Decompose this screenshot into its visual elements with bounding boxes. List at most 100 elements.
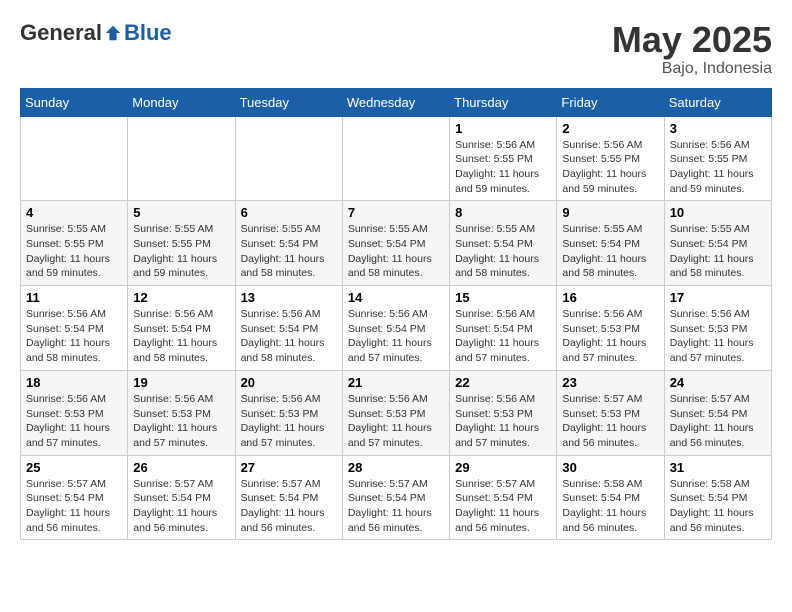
day-number: 21 bbox=[348, 375, 444, 390]
calendar-cell: 5Sunrise: 5:55 AM Sunset: 5:55 PM Daylig… bbox=[128, 201, 235, 286]
day-detail: Sunrise: 5:57 AM Sunset: 5:54 PM Dayligh… bbox=[348, 477, 444, 536]
day-detail: Sunrise: 5:55 AM Sunset: 5:54 PM Dayligh… bbox=[562, 222, 658, 281]
day-detail: Sunrise: 5:56 AM Sunset: 5:54 PM Dayligh… bbox=[455, 307, 551, 366]
day-detail: Sunrise: 5:58 AM Sunset: 5:54 PM Dayligh… bbox=[670, 477, 766, 536]
calendar-week-row: 18 Sunrise: 5:56 AM Sunset: 5:53 PM Dayli… bbox=[21, 370, 772, 455]
calendar-cell: 26 Sunrise: 5:57 AM Sunset: 5:54 PM Dayli… bbox=[128, 455, 235, 540]
day-number: 16 bbox=[562, 290, 658, 305]
calendar-cell: 20 Sunrise: 5:56 AM Sunset: 5:53 PM Dayli… bbox=[235, 370, 342, 455]
day-number: 14 bbox=[348, 290, 444, 305]
calendar-cell: 22 Sunrise: 5:56 AM Sunset: 5:53 PM Dayli… bbox=[450, 370, 557, 455]
day-number: 11 bbox=[26, 290, 122, 305]
weekday-header: Sunday bbox=[21, 88, 128, 116]
calendar-cell: 30 Sunrise: 5:58 AM Sunset: 5:54 PM Dayli… bbox=[557, 455, 664, 540]
day-number: 1 bbox=[455, 121, 551, 136]
calendar-cell: 23 Sunrise: 5:57 AM Sunset: 5:53 PM Dayli… bbox=[557, 370, 664, 455]
day-detail: Sunrise: 5:55 AM Sunset: 5:54 PM Dayligh… bbox=[670, 222, 766, 281]
calendar-cell: 25 Sunrise: 5:57 AM Sunset: 5:54 PM Dayli… bbox=[21, 455, 128, 540]
day-detail: Sunrise: 5:55 AM Sunset: 5:55 PM Dayligh… bbox=[133, 222, 229, 281]
day-number: 17 bbox=[670, 290, 766, 305]
day-detail: Sunrise: 5:56 AM Sunset: 5:54 PM Dayligh… bbox=[241, 307, 337, 366]
month-title: May 2025 bbox=[612, 20, 772, 60]
day-detail: Sunrise: 5:56 AM Sunset: 5:53 PM Dayligh… bbox=[133, 392, 229, 451]
calendar-cell: 28Sunrise: 5:57 AM Sunset: 5:54 PM Dayli… bbox=[342, 455, 449, 540]
calendar-week-row: 25 Sunrise: 5:57 AM Sunset: 5:54 PM Dayli… bbox=[21, 455, 772, 540]
day-detail: Sunrise: 5:56 AM Sunset: 5:54 PM Dayligh… bbox=[26, 307, 122, 366]
day-number: 13 bbox=[241, 290, 337, 305]
calendar-week-row: 1 Sunrise: 5:56 AM Sunset: 5:55 PM Daylig… bbox=[21, 116, 772, 201]
day-number: 31 bbox=[670, 460, 766, 475]
calendar-cell: 17 Sunrise: 5:56 AM Sunset: 5:53 PM Dayli… bbox=[664, 286, 771, 371]
calendar-cell: 13 Sunrise: 5:56 AM Sunset: 5:54 PM Dayli… bbox=[235, 286, 342, 371]
day-number: 23 bbox=[562, 375, 658, 390]
calendar-cell: 8Sunrise: 5:55 AM Sunset: 5:54 PM Daylig… bbox=[450, 201, 557, 286]
calendar-cell: 2Sunrise: 5:56 AM Sunset: 5:55 PM Daylig… bbox=[557, 116, 664, 201]
day-number: 10 bbox=[670, 205, 766, 220]
day-number: 7 bbox=[348, 205, 444, 220]
day-number: 29 bbox=[455, 460, 551, 475]
day-detail: Sunrise: 5:56 AM Sunset: 5:53 PM Dayligh… bbox=[348, 392, 444, 451]
calendar-cell: 15 Sunrise: 5:56 AM Sunset: 5:54 PM Dayli… bbox=[450, 286, 557, 371]
day-detail: Sunrise: 5:56 AM Sunset: 5:54 PM Dayligh… bbox=[348, 307, 444, 366]
calendar-week-row: 4Sunrise: 5:55 AM Sunset: 5:55 PM Daylig… bbox=[21, 201, 772, 286]
calendar-cell: 4Sunrise: 5:55 AM Sunset: 5:55 PM Daylig… bbox=[21, 201, 128, 286]
calendar-cell: 11 Sunrise: 5:56 AM Sunset: 5:54 PM Dayli… bbox=[21, 286, 128, 371]
calendar-header-row: SundayMondayTuesdayWednesdayThursdayFrid… bbox=[21, 88, 772, 116]
day-detail: Sunrise: 5:57 AM Sunset: 5:54 PM Dayligh… bbox=[455, 477, 551, 536]
logo-icon bbox=[104, 24, 122, 42]
calendar-cell: 27Sunrise: 5:57 AM Sunset: 5:54 PM Dayli… bbox=[235, 455, 342, 540]
day-detail: Sunrise: 5:56 AM Sunset: 5:55 PM Dayligh… bbox=[670, 138, 766, 197]
day-number: 9 bbox=[562, 205, 658, 220]
weekday-header: Wednesday bbox=[342, 88, 449, 116]
day-detail: Sunrise: 5:56 AM Sunset: 5:53 PM Dayligh… bbox=[241, 392, 337, 451]
calendar-cell: 31 Sunrise: 5:58 AM Sunset: 5:54 PM Dayli… bbox=[664, 455, 771, 540]
day-detail: Sunrise: 5:55 AM Sunset: 5:54 PM Dayligh… bbox=[241, 222, 337, 281]
calendar-table: SundayMondayTuesdayWednesdayThursdayFrid… bbox=[20, 88, 772, 541]
day-detail: Sunrise: 5:56 AM Sunset: 5:53 PM Dayligh… bbox=[670, 307, 766, 366]
weekday-header: Thursday bbox=[450, 88, 557, 116]
weekday-header: Friday bbox=[557, 88, 664, 116]
day-detail: Sunrise: 5:56 AM Sunset: 5:53 PM Dayligh… bbox=[562, 307, 658, 366]
weekday-header: Saturday bbox=[664, 88, 771, 116]
day-detail: Sunrise: 5:56 AM Sunset: 5:53 PM Dayligh… bbox=[455, 392, 551, 451]
day-number: 19 bbox=[133, 375, 229, 390]
day-number: 18 bbox=[26, 375, 122, 390]
page-header: General Blue May 2025 Bajo, Indonesia bbox=[20, 20, 772, 78]
title-section: May 2025 Bajo, Indonesia bbox=[612, 20, 772, 78]
calendar-cell bbox=[21, 116, 128, 201]
day-detail: Sunrise: 5:57 AM Sunset: 5:53 PM Dayligh… bbox=[562, 392, 658, 451]
day-detail: Sunrise: 5:57 AM Sunset: 5:54 PM Dayligh… bbox=[133, 477, 229, 536]
calendar-cell bbox=[342, 116, 449, 201]
weekday-header: Monday bbox=[128, 88, 235, 116]
day-number: 3 bbox=[670, 121, 766, 136]
day-detail: Sunrise: 5:57 AM Sunset: 5:54 PM Dayligh… bbox=[26, 477, 122, 536]
day-detail: Sunrise: 5:56 AM Sunset: 5:55 PM Dayligh… bbox=[562, 138, 658, 197]
day-detail: Sunrise: 5:58 AM Sunset: 5:54 PM Dayligh… bbox=[562, 477, 658, 536]
calendar-week-row: 11 Sunrise: 5:56 AM Sunset: 5:54 PM Dayli… bbox=[21, 286, 772, 371]
day-number: 8 bbox=[455, 205, 551, 220]
calendar-cell: 19 Sunrise: 5:56 AM Sunset: 5:53 PM Dayli… bbox=[128, 370, 235, 455]
logo: General Blue bbox=[20, 20, 172, 46]
calendar-cell: 12Sunrise: 5:56 AM Sunset: 5:54 PM Dayli… bbox=[128, 286, 235, 371]
logo-blue-text: Blue bbox=[124, 20, 172, 46]
day-number: 30 bbox=[562, 460, 658, 475]
calendar-cell: 6 Sunrise: 5:55 AM Sunset: 5:54 PM Daylig… bbox=[235, 201, 342, 286]
day-number: 20 bbox=[241, 375, 337, 390]
calendar-cell: 10 Sunrise: 5:55 AM Sunset: 5:54 PM Dayli… bbox=[664, 201, 771, 286]
location-title: Bajo, Indonesia bbox=[612, 60, 772, 78]
day-number: 22 bbox=[455, 375, 551, 390]
day-detail: Sunrise: 5:55 AM Sunset: 5:54 PM Dayligh… bbox=[348, 222, 444, 281]
logo-general-text: General bbox=[20, 20, 102, 46]
day-detail: Sunrise: 5:56 AM Sunset: 5:54 PM Dayligh… bbox=[133, 307, 229, 366]
day-detail: Sunrise: 5:56 AM Sunset: 5:55 PM Dayligh… bbox=[455, 138, 551, 197]
calendar-cell: 16 Sunrise: 5:56 AM Sunset: 5:53 PM Dayli… bbox=[557, 286, 664, 371]
calendar-cell bbox=[235, 116, 342, 201]
day-number: 6 bbox=[241, 205, 337, 220]
calendar-cell: 18Sunrise: 5:56 AM Sunset: 5:53 PM Dayli… bbox=[21, 370, 128, 455]
day-number: 15 bbox=[455, 290, 551, 305]
day-number: 26 bbox=[133, 460, 229, 475]
day-number: 25 bbox=[26, 460, 122, 475]
calendar-cell: 7 Sunrise: 5:55 AM Sunset: 5:54 PM Daylig… bbox=[342, 201, 449, 286]
day-number: 24 bbox=[670, 375, 766, 390]
calendar-cell: 1 Sunrise: 5:56 AM Sunset: 5:55 PM Daylig… bbox=[450, 116, 557, 201]
